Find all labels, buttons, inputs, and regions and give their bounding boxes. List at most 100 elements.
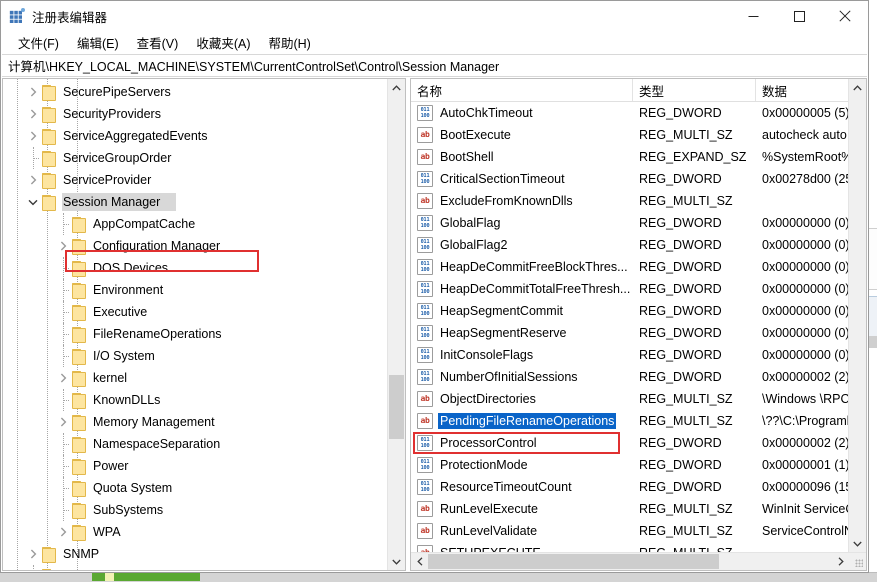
tree-item-subsystems[interactable]: SubSystems [3,499,387,521]
tree-item-serviceaggregatedevents[interactable]: ServiceAggregatedEvents [3,125,387,147]
resize-grip[interactable] [849,553,866,570]
tree-item-memory-management[interactable]: Memory Management [3,411,387,433]
table-row[interactable]: 011 100 HeapDeCommitTotalFreeThresh... REG_… [411,278,848,300]
registry-values-pane: 名称 类型 数据 011 100 AutoChkTimeout REG_DWORD 0x… [410,78,867,571]
tree-scroll-up-button[interactable] [388,79,405,96]
minimize-button[interactable] [730,1,776,31]
chevron-right-icon[interactable] [55,411,71,433]
table-row[interactable]: ab SETUPEXECUTE REG_MULTI_SZ [411,542,848,552]
tree-item-knowndlls[interactable]: KnownDLLs [3,389,387,411]
column-header-name[interactable]: 名称 [411,79,633,101]
table-row[interactable]: ab BootExecute REG_MULTI_SZ autocheck auto [411,124,848,146]
taskbar-highlight-item[interactable] [105,572,114,581]
value-name: HeapDeCommitFreeBlockThres... [440,260,628,274]
tree-item-servicegrouporder[interactable]: ServiceGroupOrder [3,147,387,169]
table-row[interactable]: 011 100 HeapSegmentCommit REG_DWORD 0x000000… [411,300,848,322]
value-name: CriticalSectionTimeout [440,172,565,186]
table-row[interactable]: ab RunLevelValidate REG_MULTI_SZ ServiceCon… [411,520,848,542]
list-vertical-scrollbar[interactable] [848,79,866,552]
tree-indent-guide [55,499,71,521]
value-type: REG_MULTI_SZ [639,414,733,428]
tree-item-executive[interactable]: Executive [3,301,387,323]
table-row[interactable]: 011 100 InitConsoleFlags REG_DWORD 0x0000000… [411,344,848,366]
menu-edit[interactable]: 编辑(E) [68,31,128,55]
tree-item-securityproviders[interactable]: SecurityProviders [3,103,387,125]
tree-item-kernel[interactable]: kernel [3,367,387,389]
list-scroll-track[interactable] [849,96,866,535]
tree-item-configuration-manager[interactable]: Configuration Manager [3,235,387,257]
address-bar[interactable]: 计算机\HKEY_LOCAL_MACHINE\SYSTEM\CurrentCon… [2,54,867,77]
column-header-type[interactable]: 类型 [633,79,756,101]
list-scroll-right-button[interactable] [832,553,849,570]
table-row[interactable]: 011 100 NumberOfInitialSessions REG_DWORD 0x… [411,366,848,388]
tree-item-sqmservicelist[interactable]: SQMServiceList [3,565,387,570]
table-row[interactable]: 011 100 GlobalFlag2 REG_DWORD 0x00000000 (0) [411,234,848,256]
folder-icon [71,348,87,365]
folder-icon [71,326,87,343]
maximize-button[interactable] [776,1,822,31]
string-icon: ab [417,545,433,552]
list-horizontal-scrollbar[interactable] [411,552,866,570]
tree-item-label: Environment [93,283,164,297]
list-hscroll-track[interactable] [428,553,832,570]
tree-scroll-thumb[interactable] [389,374,404,439]
menu-favorites[interactable]: 收藏夹(A) [187,31,259,55]
table-row[interactable]: ab RunLevelExecute REG_MULTI_SZ WinInit Ser… [411,498,848,520]
value-name: ProcessorControl [440,436,537,450]
list-scroll-down-button[interactable] [849,535,866,552]
tree-scroll-track[interactable] [388,96,405,553]
tree-item-namespaceseparation[interactable]: NamespaceSeparation [3,433,387,455]
tree-item-i-o-system[interactable]: I/O System [3,345,387,367]
list-scroll-up-button[interactable] [849,79,866,96]
table-row[interactable]: 011 100 GlobalFlag REG_DWORD 0x00000000 (0) [411,212,848,234]
chevron-right-icon[interactable] [55,521,71,543]
table-row[interactable]: ab BootShell REG_EXPAND_SZ %SystemRoot% [411,146,848,168]
table-row[interactable]: ab PendingFileRenameOperations REG_MULTI_S… [411,410,848,432]
tree-item-session-manager[interactable]: Session Manager [3,191,387,213]
tree-item-appcompatcache[interactable]: AppCompatCache [3,213,387,235]
tree-item-dos-devices[interactable]: DOS Devices [3,257,387,279]
column-header-data[interactable]: 数据 [756,79,848,101]
value-name: HeapDeCommitTotalFreeThresh... [440,282,631,296]
dword-icon: 011 100 [417,171,433,187]
tree-item-wpa[interactable]: WPA [3,521,387,543]
chevron-right-icon[interactable] [55,235,71,257]
chevron-right-icon[interactable] [55,367,71,389]
chevron-right-icon[interactable] [25,103,41,125]
list-scroll-left-button[interactable] [411,553,428,570]
table-row[interactable]: ab ObjectDirectories REG_MULTI_SZ \Windows … [411,388,848,410]
tree-item-environment[interactable]: Environment [3,279,387,301]
table-row[interactable]: 011 100 AutoChkTimeout REG_DWORD 0x00000005 … [411,102,848,124]
chevron-right-icon[interactable] [25,543,41,565]
menu-help[interactable]: 帮助(H) [259,31,319,55]
tree-item-power[interactable]: Power [3,455,387,477]
folder-icon [41,172,57,189]
value-name-cell: 011 100 HeapDeCommitFreeBlockThres... [411,259,633,275]
list-hscroll-thumb[interactable] [428,554,719,569]
tree-item-quota-system[interactable]: Quota System [3,477,387,499]
tree-indent-guide [55,389,71,411]
chevron-right-icon[interactable] [25,81,41,103]
tree-vertical-scrollbar[interactable] [387,79,405,570]
chevron-right-icon[interactable] [25,125,41,147]
table-row[interactable]: 011 100 ResourceTimeoutCount REG_DWORD 0x000… [411,476,848,498]
table-row[interactable]: 011 100 HeapDeCommitFreeBlockThres... REG_D… [411,256,848,278]
chevron-right-icon[interactable] [25,169,41,191]
tree-item-serviceprovider[interactable]: ServiceProvider [3,169,387,191]
tree-item-snmp[interactable]: SNMP [3,543,387,565]
tree-item-securepipeservers[interactable]: SecurePipeServers [3,81,387,103]
table-row[interactable]: ab ExcludeFromKnownDlls REG_MULTI_SZ [411,190,848,212]
table-row[interactable]: 011 100 ProtectionMode REG_DWORD 0x00000001 … [411,454,848,476]
chevron-down-icon[interactable] [25,191,41,213]
tree-item-filerenameoperations[interactable]: FileRenameOperations [3,323,387,345]
value-type: REG_DWORD [639,304,722,318]
tree-scroll-down-button[interactable] [388,553,405,570]
menu-view[interactable]: 查看(V) [128,31,188,55]
table-row[interactable]: 011 100 ProcessorControl REG_DWORD 0x0000000… [411,432,848,454]
close-button[interactable] [822,1,868,31]
value-type: REG_MULTI_SZ [639,392,733,406]
dword-icon: 011 100 [417,347,433,363]
table-row[interactable]: 011 100 HeapSegmentReserve REG_DWORD 0x00000… [411,322,848,344]
menu-file[interactable]: 文件(F) [9,31,68,55]
table-row[interactable]: 011 100 CriticalSectionTimeout REG_DWORD 0x0… [411,168,848,190]
